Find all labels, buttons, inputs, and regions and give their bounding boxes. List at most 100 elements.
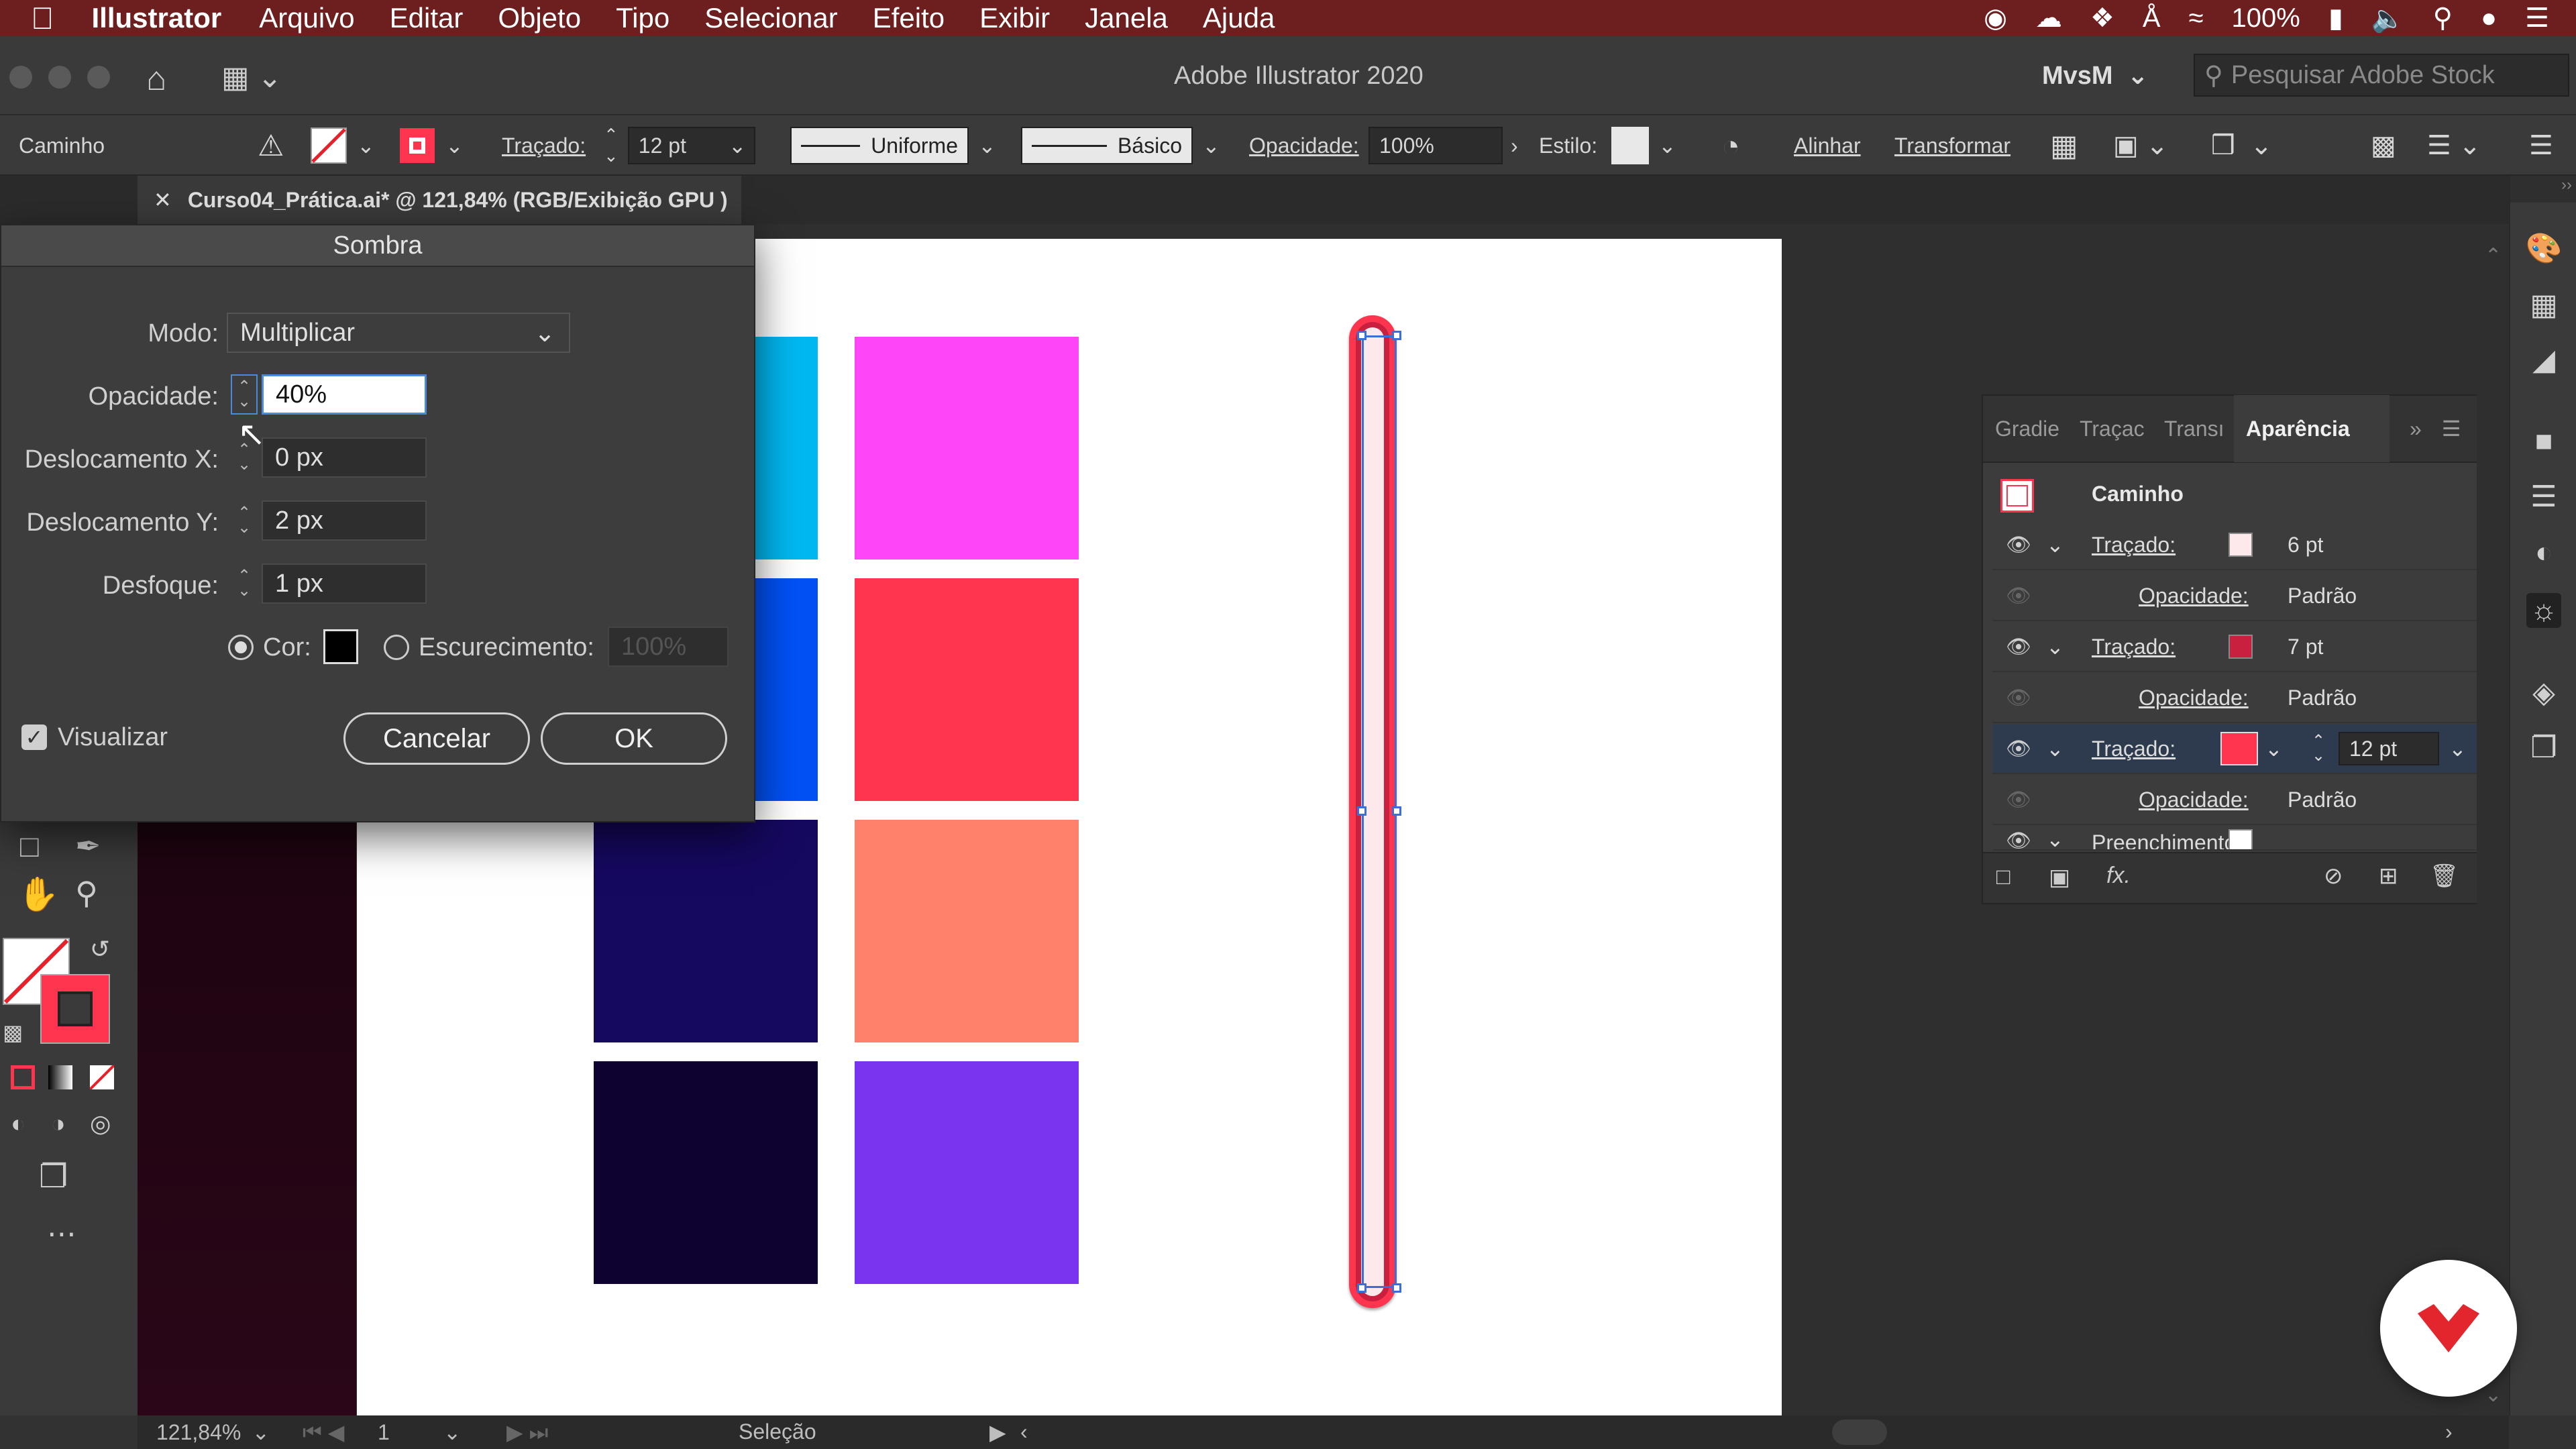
scroll-left-icon[interactable]: ‹ [1020,1419,1028,1444]
home-icon[interactable]: ⌂ [146,59,166,98]
color-swatch-4[interactable] [855,578,1079,801]
zoom-window-button[interactable] [87,66,110,89]
visibility-eye-icon[interactable]: 👁 [2006,829,2031,849]
transparency-icon[interactable]: ◐ [2526,535,2561,570]
color-swatch-2[interactable] [855,337,1079,559]
visibility-eye-icon[interactable]: 👁 [2006,584,2031,608]
tab-transparency[interactable]: Transı [2152,417,2234,441]
none-mode-icon[interactable] [89,1064,115,1091]
opacity-label[interactable]: Opacidade: [2139,584,2249,608]
zoom-tool-icon[interactable]: ⚲ [75,875,98,911]
hand-tool-icon[interactable]: ✋ [17,875,59,914]
list-icon[interactable]: ☰ [2525,3,2549,34]
warning-icon[interactable]: ⚠ [258,115,284,176]
user-icon[interactable]: ● [2481,3,2497,34]
color-swatch-7[interactable] [594,1061,818,1284]
visibility-eye-icon[interactable]: 👁 [2006,737,2031,761]
menu-selecionar[interactable]: Selecionar [704,2,837,34]
stock-search-input[interactable]: ⚲ Pesquisar Adobe Stock [2194,54,2569,97]
stroke-label[interactable]: Traçado: [2092,635,2176,659]
stroke-swatch[interactable]: ⌄ [398,115,464,176]
stroke-label[interactable]: Traçado: [2092,533,2176,557]
bluetooth-icon[interactable]: Å [2143,3,2161,34]
stepper-icon[interactable]: ⌃ ⌄ [604,125,619,166]
selection-handle[interactable] [1357,1283,1366,1293]
add-effect-icon[interactable]: fx. [2106,863,2131,889]
selection-handle[interactable] [1392,331,1401,340]
stroke-weight-input[interactable]: 12 pt [2339,732,2439,765]
swap-colors-icon[interactable]: ↺ [90,935,110,963]
menu-editar[interactable]: Editar [390,2,464,34]
stroke-swatch[interactable] [2220,732,2258,765]
arrange-icon[interactable]: ▩ [2371,115,2396,176]
color-mode-icon[interactable] [11,1065,35,1089]
stroke-swatch[interactable] [2229,533,2253,557]
volume-icon[interactable]: 🔈 [2371,3,2405,34]
blur-input[interactable]: 1 px [262,564,427,604]
appearance-row-stroke-2[interactable]: 👁 ⌄ Traçado: 7 pt [1992,623,2477,672]
chevron-down-icon[interactable]: ⌄ [2046,826,2064,849]
opacity-input[interactable]: 100% [1368,127,1503,164]
color-radio[interactable] [228,635,254,660]
y-offset-stepper[interactable]: ⌃ ⌄ [231,500,258,541]
gradient-mode-icon[interactable] [48,1065,72,1089]
stroke-color-swatch[interactable] [40,974,110,1044]
minimize-window-button[interactable] [48,66,71,89]
chevron-down-icon[interactable]: ⌄ [252,1419,270,1445]
menu-janela[interactable]: Janela [1085,2,1168,34]
vertical-scrollbar[interactable]: ⌃ ⌄ [2477,224,2509,1415]
appearance-row-opacity-1[interactable]: 👁 Opacidade: Padrão [1992,572,2477,621]
add-stroke-icon[interactable]: □ [1996,864,2010,890]
delete-item-icon[interactable]: 🗑 [2430,863,2459,890]
add-fill-icon[interactable]: ▣ [2049,864,2070,891]
search-icon[interactable]: ⚲ [2433,3,2453,34]
chevron-down-icon[interactable]: ⌄ [2046,634,2064,659]
shadow-color-swatch[interactable] [323,629,358,664]
opacity-label[interactable]: Opacidade: [1249,115,1359,176]
scroll-right-icon[interactable]: › [2445,1419,2453,1444]
stroke-label[interactable]: Traçado: [502,115,586,176]
selection-handle[interactable] [1357,806,1366,816]
tab-gradient[interactable]: Gradie [1983,417,2068,441]
battery-icon[interactable]: ▮ [2328,3,2343,34]
recolor-icon[interactable]: ◔ [1721,115,1740,176]
fill-swatch[interactable]: ⌄ [310,115,375,176]
color-swatch-8[interactable] [855,1061,1079,1284]
mode-select[interactable]: Multiplicar ⌄ [227,313,570,353]
x-offset-input[interactable]: 0 px [262,437,427,478]
draw-normal-icon[interactable]: ◐ [11,1110,25,1138]
appearance-row-opacity-2[interactable]: 👁 Opacidade: Padrão [1992,674,2477,723]
last-artboard-icon[interactable]: ▶ ⏭ [506,1419,548,1446]
chevron-down-icon[interactable]: ⌄ [445,133,464,158]
chevron-down-icon[interactable]: ⌄ [1202,133,1220,158]
stroke-weight[interactable]: ⌃ ⌄ 12 pt ⌄ [604,115,755,176]
selection-handle[interactable] [1357,331,1366,340]
darkness-input[interactable]: 100% [608,627,729,667]
menu-objeto[interactable]: Objeto [498,2,581,34]
duplicate-item-icon[interactable]: ⊞ [2379,863,2398,890]
more-tools-icon[interactable]: ⋯ [47,1217,76,1251]
gradient-icon[interactable]: ■ [2526,424,2561,459]
menu-ajuda[interactable]: Ajuda [1203,2,1275,34]
brushes-icon[interactable]: ◢ [2526,342,2561,377]
tab-stroke[interactable]: Traçac [2068,417,2152,441]
appearance-row-stroke-1[interactable]: 👁 ⌄ Traçado: 6 pt [1992,521,2477,570]
chevron-down-icon[interactable]: ⌄ [1658,133,1676,158]
artboard-tool-icon[interactable]: □ [20,828,39,864]
first-artboard-icon[interactable]: ⏮ ◀ [303,1419,344,1446]
stroke-icon[interactable]: ☰ [2526,479,2561,514]
stroke-swatch[interactable] [2229,635,2253,659]
panel-expand-icon[interactable]: » [2410,417,2422,441]
appearance-row-fill[interactable]: 👁 ⌄ Preenchimento: [1992,826,2477,851]
artboards-icon[interactable]: ❐ [2526,730,2561,765]
screen-mode-icon[interactable]: ❐ [39,1158,68,1195]
chevron-down-icon[interactable]: ⌄ [2046,736,2064,761]
zoom-level[interactable]: 121,84% ⌄ [147,1415,281,1449]
x-offset-stepper[interactable]: ⌃ ⌄ [231,437,258,478]
apple-icon[interactable]:  [31,0,54,36]
graphic-style-picker[interactable]: ⌄ [1611,115,1676,176]
close-tab-icon[interactable]: ✕ [154,187,172,213]
layers-icon[interactable]: ◈ [2526,675,2561,710]
visibility-eye-icon[interactable]: 👁 [2006,788,2031,812]
collapse-icon[interactable]: ›› [2510,176,2576,203]
